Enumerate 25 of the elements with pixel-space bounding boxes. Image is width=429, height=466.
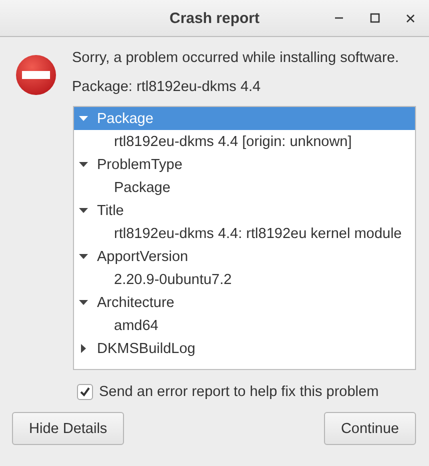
tree-value: 2.20.9-0ubuntu7.2	[113, 270, 233, 290]
package-label: Package: rtl8192eu-dkms 4.4	[72, 78, 262, 97]
checkbox[interactable]	[77, 384, 93, 400]
tree-item[interactable]: DKMSBuildLog	[74, 337, 415, 360]
tree-value: Package	[113, 178, 172, 198]
expanded-triangle-icon[interactable]	[79, 298, 88, 307]
error-icon	[15, 54, 57, 96]
expanded-triangle-icon[interactable]	[79, 252, 88, 261]
hide-details-button[interactable]: Hide Details	[12, 412, 124, 445]
expanded-triangle-icon[interactable]	[79, 206, 88, 215]
expanded-triangle-icon[interactable]	[79, 160, 88, 169]
tree-value: rtl8192eu-dkms 4.4 [origin: unknown]	[113, 132, 353, 152]
collapsed-triangle-icon[interactable]	[79, 344, 88, 353]
tree-item[interactable]: ProblemType	[74, 153, 415, 176]
tree-item[interactable]: Architecture	[74, 291, 415, 314]
tree-value: rtl8192eu-dkms 4.4: rtl8192eu kernel module	[113, 224, 403, 244]
tree-item[interactable]: ApportVersion	[74, 245, 415, 268]
maximize-icon[interactable]	[370, 13, 380, 23]
window-title: Crash report	[169, 10, 260, 26]
close-icon[interactable]	[406, 14, 415, 22]
continue-button[interactable]: Continue	[324, 412, 416, 445]
error-message: Sorry, a problem occurred while installing software.	[72, 49, 399, 68]
tree-value: amd64	[113, 316, 160, 336]
send-report-checkbox[interactable]: Send an error report to help fix this problem	[77, 384, 416, 400]
tree-item[interactable]: Title	[74, 199, 415, 222]
